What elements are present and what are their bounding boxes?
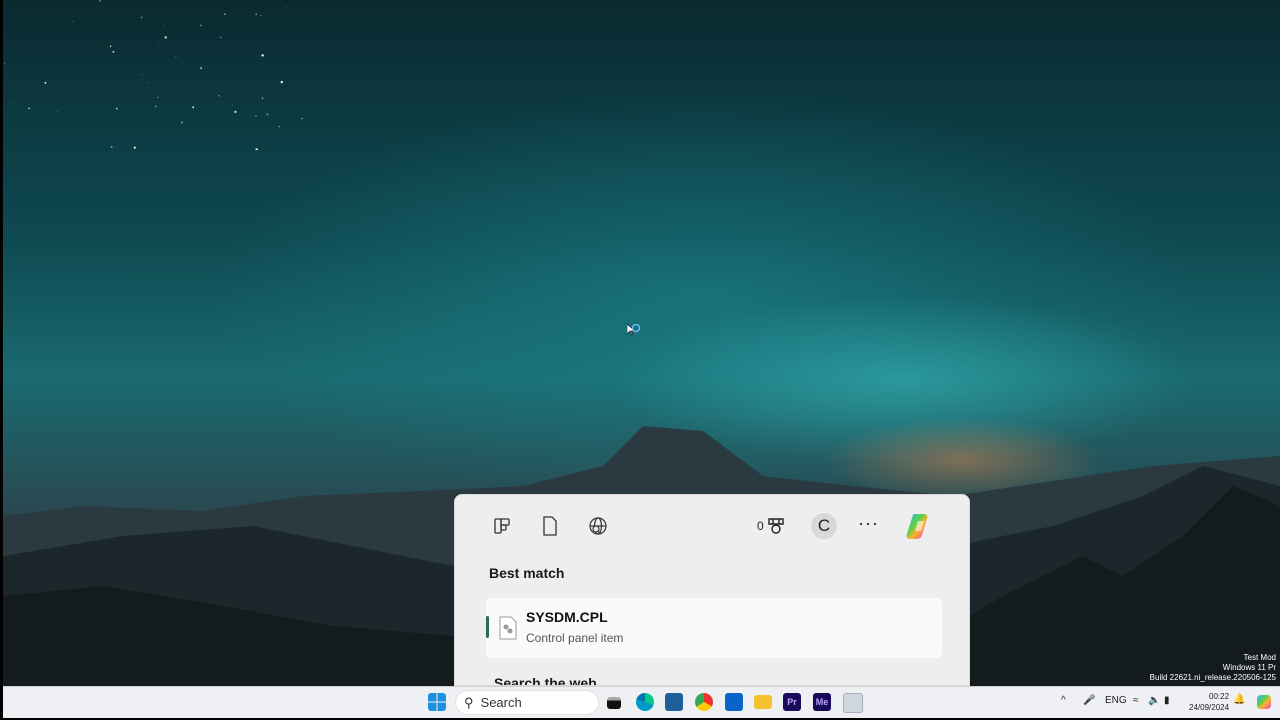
copilot-icon[interactable]: [904, 510, 936, 542]
search-the-web-heading: Search the web: [494, 675, 597, 686]
search-icon: ⚲: [464, 694, 474, 710]
avatar[interactable]: C: [811, 513, 837, 539]
start-button-icon[interactable]: [428, 693, 446, 711]
taskbar-search-box[interactable]: ⚲ Search: [455, 690, 599, 715]
result-title: SYSDM.CPL: [526, 609, 608, 625]
time: 00:22: [1209, 692, 1230, 701]
notification-bell-icon[interactable]: 🔔: [1233, 694, 1245, 705]
search-label: Search: [480, 695, 522, 710]
taskbar: ⚲ Search Pr Me ^ 🎤 ENG ≈ 🔈 ▮ 00:22 24/09…: [3, 686, 1280, 718]
watermark-line: Test Mod: [1243, 653, 1276, 662]
edge-icon[interactable]: [636, 693, 654, 711]
show-hidden-icons-chevron-icon[interactable]: ^: [1061, 695, 1066, 706]
selection-indicator: [486, 616, 489, 638]
result-subtitle: Control panel item: [526, 631, 624, 645]
remote-desktop-icon[interactable]: [843, 693, 863, 713]
store-icon[interactable]: [665, 693, 683, 711]
control-panel-file-icon: [499, 616, 517, 640]
watermark-line: Build 22621.ni_release.220506-125: [1149, 673, 1276, 682]
task-view-icon[interactable]: [607, 697, 621, 709]
apps-icon[interactable]: [491, 515, 513, 537]
media-encoder-icon[interactable]: Me: [813, 693, 831, 711]
rewards-points[interactable]: 0: [757, 517, 785, 535]
documents-icon[interactable]: [539, 515, 561, 537]
web-search-icon[interactable]: [587, 515, 609, 537]
chrome-icon[interactable]: [695, 693, 713, 711]
copilot-taskbar-icon[interactable]: [1255, 693, 1273, 711]
search-panel: 0 C ··· Best match SYSDM.CPL Control pan…: [454, 494, 970, 686]
best-match-heading: Best match: [489, 565, 565, 581]
volume-icon[interactable]: 🔈: [1148, 695, 1160, 706]
best-match-result[interactable]: SYSDM.CPL Control panel item: [486, 598, 942, 658]
clock[interactable]: 00:22 24/09/2024: [1189, 691, 1229, 713]
date: 24/09/2024: [1189, 703, 1230, 712]
wifi-icon[interactable]: ≈: [1133, 695, 1139, 706]
file-explorer-icon[interactable]: [754, 695, 772, 709]
test-mode-watermark: Test Mod Windows 11 Pr Build 22621.ni_re…: [1150, 653, 1276, 683]
busy-cursor-icon: [627, 324, 641, 336]
trophy-icon: [767, 518, 784, 534]
points-count: 0: [757, 519, 764, 533]
more-options-button[interactable]: ···: [858, 513, 879, 534]
watermark-line: Windows 11 Pr: [1222, 663, 1276, 672]
outlook-icon[interactable]: [725, 693, 743, 711]
stars-decoration: [4, 0, 303, 150]
language-indicator[interactable]: ENG: [1105, 695, 1127, 706]
premiere-pro-icon[interactable]: Pr: [783, 693, 801, 711]
microphone-icon[interactable]: 🎤: [1083, 695, 1095, 706]
battery-icon[interactable]: ▮: [1164, 695, 1170, 706]
